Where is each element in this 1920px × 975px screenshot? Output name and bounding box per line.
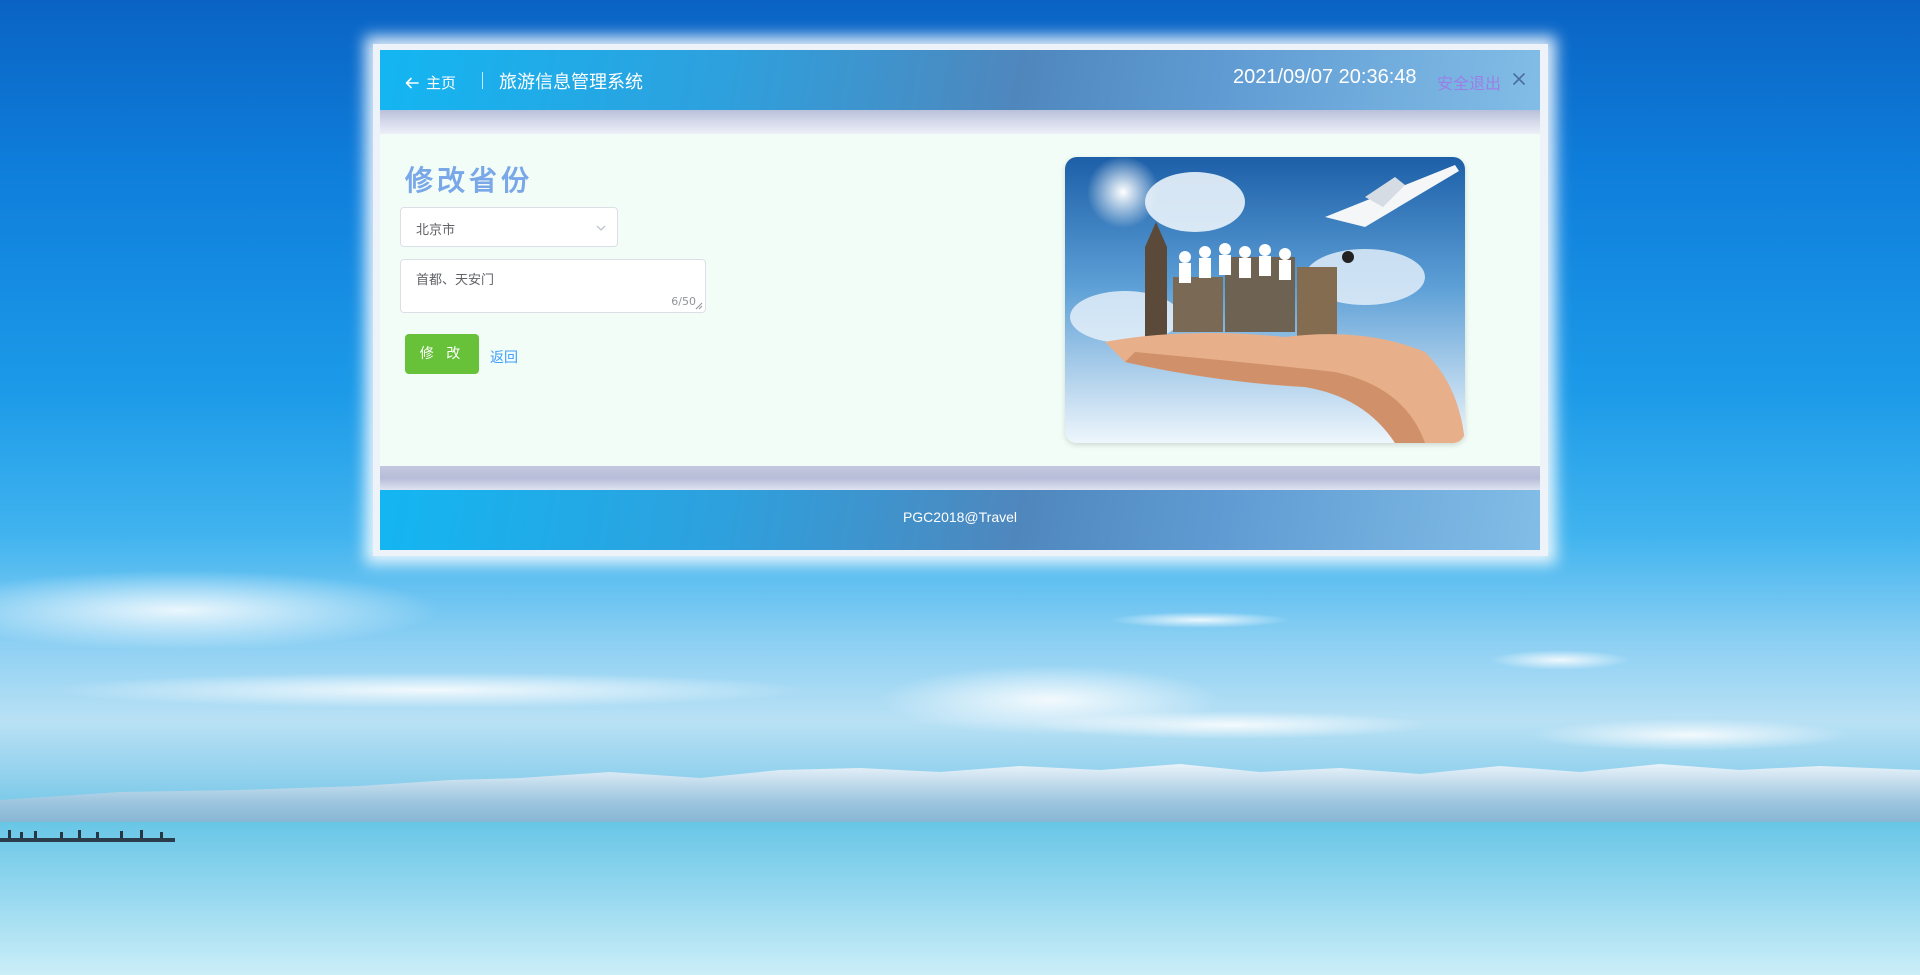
app-footer: PGC2018@Travel <box>380 490 1540 550</box>
province-select[interactable]: 北京市 <box>400 207 618 247</box>
header-divider <box>482 72 483 89</box>
system-title: 旅游信息管理系统 <box>499 72 643 93</box>
description-value: 首都、天安门 <box>416 273 495 288</box>
submit-edit-button[interactable]: 修 改 <box>405 334 479 374</box>
main-panel: 主页 旅游信息管理系统 2021/09/07 20:36:48 安全退出 修改省… <box>373 44 1548 556</box>
home-label: 主页 <box>426 74 457 92</box>
logout-link[interactable]: 安全退出 <box>1437 70 1501 94</box>
header-shadow-band <box>380 110 1540 134</box>
page-title: 修改省份 <box>405 164 534 197</box>
province-select-value: 北京市 <box>416 223 456 238</box>
footer-shadow-band <box>380 466 1540 490</box>
arrow-left-icon <box>405 77 419 88</box>
content-area: 修改省份 北京市 首都、天安门 6/50 修 改 返回 <box>380 134 1540 466</box>
close-icon[interactable] <box>1510 70 1528 88</box>
return-link[interactable]: 返回 <box>490 347 518 367</box>
description-textarea[interactable]: 首都、天安门 6/50 <box>400 259 706 313</box>
footer-copyright: PGC2018@Travel <box>902 509 1018 525</box>
travel-image <box>1065 157 1465 443</box>
current-datetime: 2021/09/07 20:36:48 <box>1233 66 1417 88</box>
app-header: 主页 旅游信息管理系统 2021/09/07 20:36:48 安全退出 <box>380 50 1540 110</box>
chevron-down-icon <box>596 225 606 231</box>
char-counter: 6/50 <box>671 295 696 308</box>
home-back-button[interactable]: 主页 <box>404 72 456 93</box>
resize-grip-icon[interactable] <box>695 302 703 310</box>
